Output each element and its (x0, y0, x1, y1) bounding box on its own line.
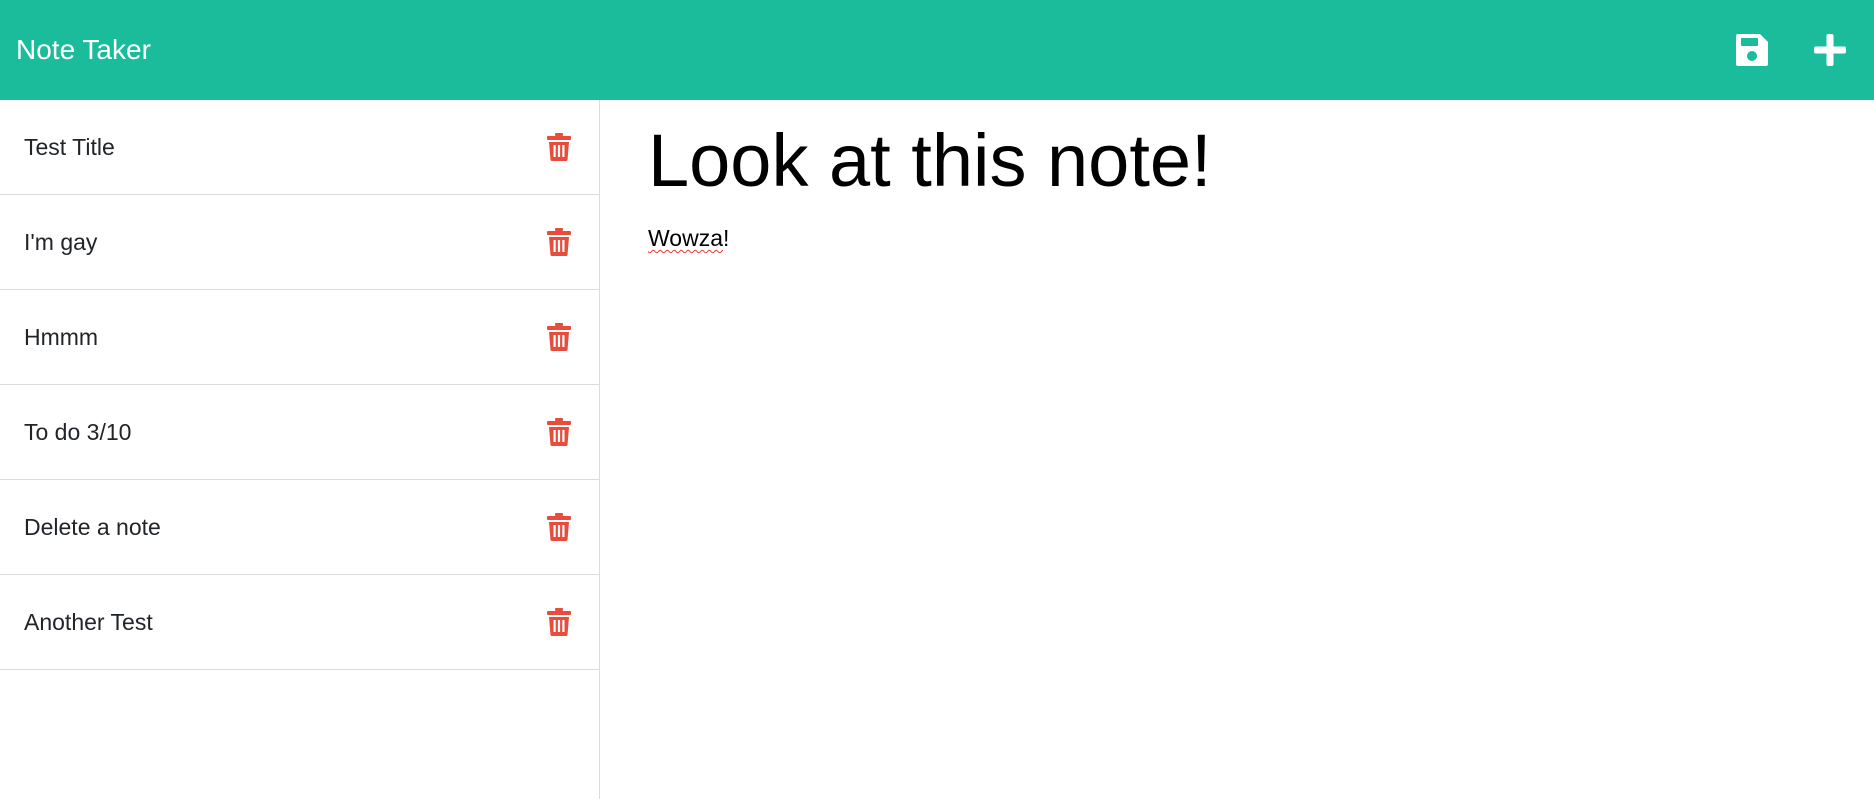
note-editor: Look at this note! Wowza! (600, 100, 1874, 799)
trash-icon[interactable] (547, 133, 571, 161)
note-body-word: Wowza (648, 225, 723, 252)
note-list-title: Hmmm (24, 323, 99, 350)
note-list-title: I'm gay (24, 228, 98, 255)
note-list-item[interactable]: To do 3/10 (0, 385, 599, 480)
trash-icon[interactable] (547, 513, 571, 541)
note-list-title: To do 3/10 (24, 418, 132, 445)
navbar: Note Taker (0, 0, 1874, 100)
note-body-textarea[interactable]: Wowza! (648, 225, 1826, 252)
trash-icon[interactable] (547, 323, 571, 351)
note-list-title: Delete a note (24, 513, 161, 540)
trash-icon[interactable] (547, 608, 571, 636)
note-list-item[interactable]: Hmmm (0, 290, 599, 385)
toolbar (1732, 30, 1858, 70)
trash-icon[interactable] (547, 418, 571, 446)
note-sidebar: Test Title I'm gay Hmmm To do 3/10 Delet… (0, 100, 600, 799)
trash-icon[interactable] (547, 228, 571, 256)
note-body-punct: ! (723, 225, 730, 252)
note-list-item[interactable]: Test Title (0, 100, 599, 195)
note-title-input[interactable]: Look at this note! (648, 118, 1826, 203)
main-container: Test Title I'm gay Hmmm To do 3/10 Delet… (0, 100, 1874, 799)
note-list-title: Test Title (24, 133, 115, 160)
note-list: Test Title I'm gay Hmmm To do 3/10 Delet… (0, 100, 599, 670)
note-list-item[interactable]: Delete a note (0, 480, 599, 575)
app-title[interactable]: Note Taker (16, 34, 151, 66)
note-list-item[interactable]: Another Test (0, 575, 599, 670)
note-list-title: Another Test (24, 608, 153, 635)
save-note-icon[interactable] (1732, 30, 1772, 70)
note-list-item[interactable]: I'm gay (0, 195, 599, 290)
new-note-icon[interactable] (1810, 30, 1850, 70)
